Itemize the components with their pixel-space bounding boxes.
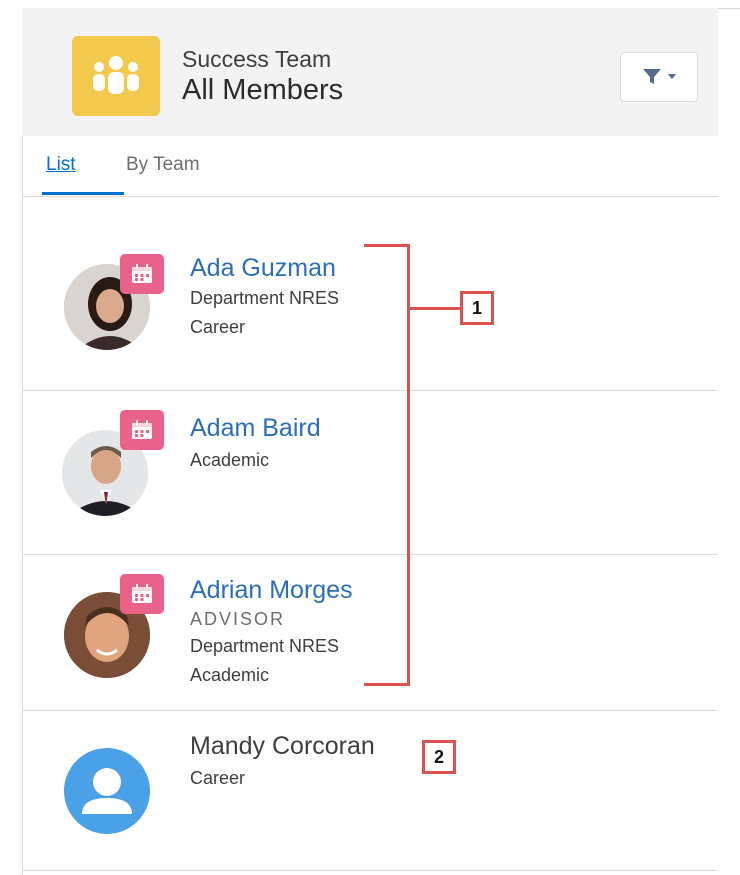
tab-bar: List By Team — [22, 150, 718, 197]
member-detail: Department NRES — [190, 288, 340, 308]
callout-2: 2 — [422, 740, 456, 774]
page-title: All Members — [182, 74, 344, 106]
member-name-link[interactable]: Adrian Morges — [190, 576, 353, 605]
member-name[interactable]: Mandy Corcoran — [190, 732, 375, 761]
member-detail: Department NRES — [190, 636, 340, 656]
member-detail: Career — [190, 768, 246, 788]
team-icon — [72, 36, 160, 116]
member-detail: Academic — [190, 665, 270, 685]
chevron-down-icon — [668, 74, 676, 79]
calendar-icon[interactable] — [120, 410, 164, 450]
member-name-link[interactable]: Ada Guzman — [190, 254, 336, 283]
header-subtitle: Success Team — [182, 46, 332, 72]
member-role: ADVISOR — [190, 609, 286, 629]
calendar-icon[interactable] — [120, 574, 164, 614]
member-name-link[interactable]: Adam Baird — [190, 414, 321, 443]
annotation-bracket-arm — [410, 307, 460, 310]
user-icon — [64, 748, 150, 834]
tab-list[interactable]: List — [46, 154, 76, 176]
member-detail: Academic — [190, 450, 270, 470]
callout-1: 1 — [460, 291, 494, 325]
calendar-icon[interactable] — [120, 254, 164, 294]
filter-button[interactable] — [620, 52, 698, 102]
annotation-bracket — [364, 244, 410, 686]
list-item[interactable]: Mandy Corcoran Career — [22, 710, 718, 871]
filter-icon — [643, 69, 661, 84]
member-detail: Career — [190, 317, 246, 337]
panel-header: Success Team All Members — [22, 8, 718, 136]
active-tab-indicator — [42, 192, 124, 195]
tab-by-team[interactable]: By Team — [126, 154, 200, 176]
